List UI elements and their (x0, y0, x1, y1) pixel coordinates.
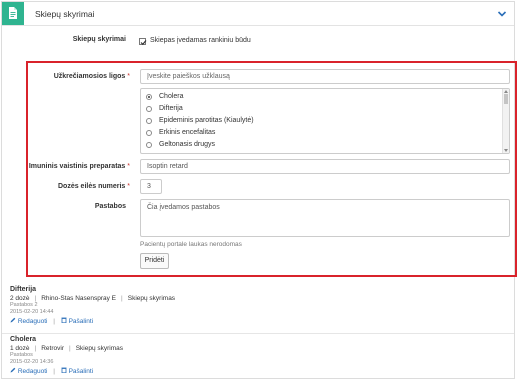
edit-link[interactable]: Redaguoti (10, 317, 47, 325)
entry-title: Cholera (10, 336, 37, 343)
dose-input[interactable]: 3 (140, 179, 162, 194)
add-button[interactable]: Pridėti (140, 253, 169, 269)
vaccination-label: Skiepų skyrimai (72, 36, 126, 43)
delete-link[interactable]: Pašalinti (61, 317, 93, 325)
scroll-down-icon[interactable] (504, 149, 508, 152)
entry-meta: 1 dozė | Retrovir | Skiepų skyrimas (10, 345, 124, 352)
radio-selected[interactable] (146, 94, 152, 100)
notes-textarea[interactable]: Čia įvedamos pastabos (140, 199, 510, 237)
radio[interactable] (146, 118, 152, 124)
scroll-up-icon[interactable] (504, 90, 508, 93)
entry-actions: Redaguoti | Pašalinti (10, 367, 510, 375)
entry-date: 2015-02-20 14:36 (10, 358, 54, 365)
list-item[interactable]: Epideminis parotitas (Kiaulytė) (146, 116, 496, 127)
manual-entry-label: Skiepas įvedamas rankiniu būdu (150, 37, 251, 44)
dose-label: Dozės eilės numeris * (58, 183, 130, 190)
entry-meta: 2 dozė | Rhino-Stas Nasenspray E | Skiepų sk… (10, 295, 176, 302)
delete-link[interactable]: Pašalinti (61, 367, 93, 375)
list-item[interactable]: Cholera (146, 92, 496, 103)
list-item[interactable]: Difterija (146, 104, 496, 115)
list-item[interactable]: Erkinis encefalitas (146, 128, 496, 139)
list-item[interactable]: Geltonasis drugys (146, 140, 496, 151)
scroll-thumb[interactable] (504, 94, 508, 104)
vaccination-entry: Difterija 2 dozė | Rhino-Stas Nasenspray E… (10, 286, 510, 325)
radio[interactable] (146, 130, 152, 136)
trash-icon (61, 367, 67, 374)
entry-divider (2, 333, 514, 334)
diseases-label: Užkrečiamosios ligos * (53, 73, 130, 80)
document-icon (2, 2, 24, 25)
pencil-icon (10, 367, 16, 373)
vaccine-label: Imuninis vaistinis preparatas * (28, 163, 130, 170)
vaccination-panel: Skiepų skyrimai Skiepų skyrimai Skiepas … (1, 1, 517, 379)
list-scrollbar[interactable] (502, 89, 509, 153)
manual-entry-checkbox[interactable] (139, 38, 147, 46)
radio[interactable] (146, 106, 152, 112)
panel-title: Skiepų skyrimai (35, 9, 95, 19)
vaccine-input[interactable]: Isoptin retard (140, 159, 510, 174)
disease-search-input[interactable]: Įveskite paieškos užklausą (140, 69, 510, 84)
notes-help-text: Pacientų portale laukas nerodomas (140, 241, 242, 248)
vaccination-entry: Cholera 1 dozė | Retrovir | Skiepų skyrimas … (10, 336, 510, 375)
entry-title: Difterija (10, 286, 37, 293)
chevron-down-icon[interactable] (497, 9, 507, 19)
disease-list[interactable]: Cholera Difterija Epideminis parotitas (… (140, 88, 510, 154)
radio[interactable] (146, 142, 152, 148)
pencil-icon (10, 317, 16, 323)
entry-date: 2015-02-20 14:44 (10, 308, 54, 315)
panel-header[interactable]: Skiepų skyrimai (2, 2, 514, 26)
entry-actions: Redaguoti | Pašalinti (10, 317, 510, 325)
notes-label: Pastabos (94, 203, 126, 210)
edit-link[interactable]: Redaguoti (10, 367, 47, 375)
trash-icon (61, 317, 67, 324)
